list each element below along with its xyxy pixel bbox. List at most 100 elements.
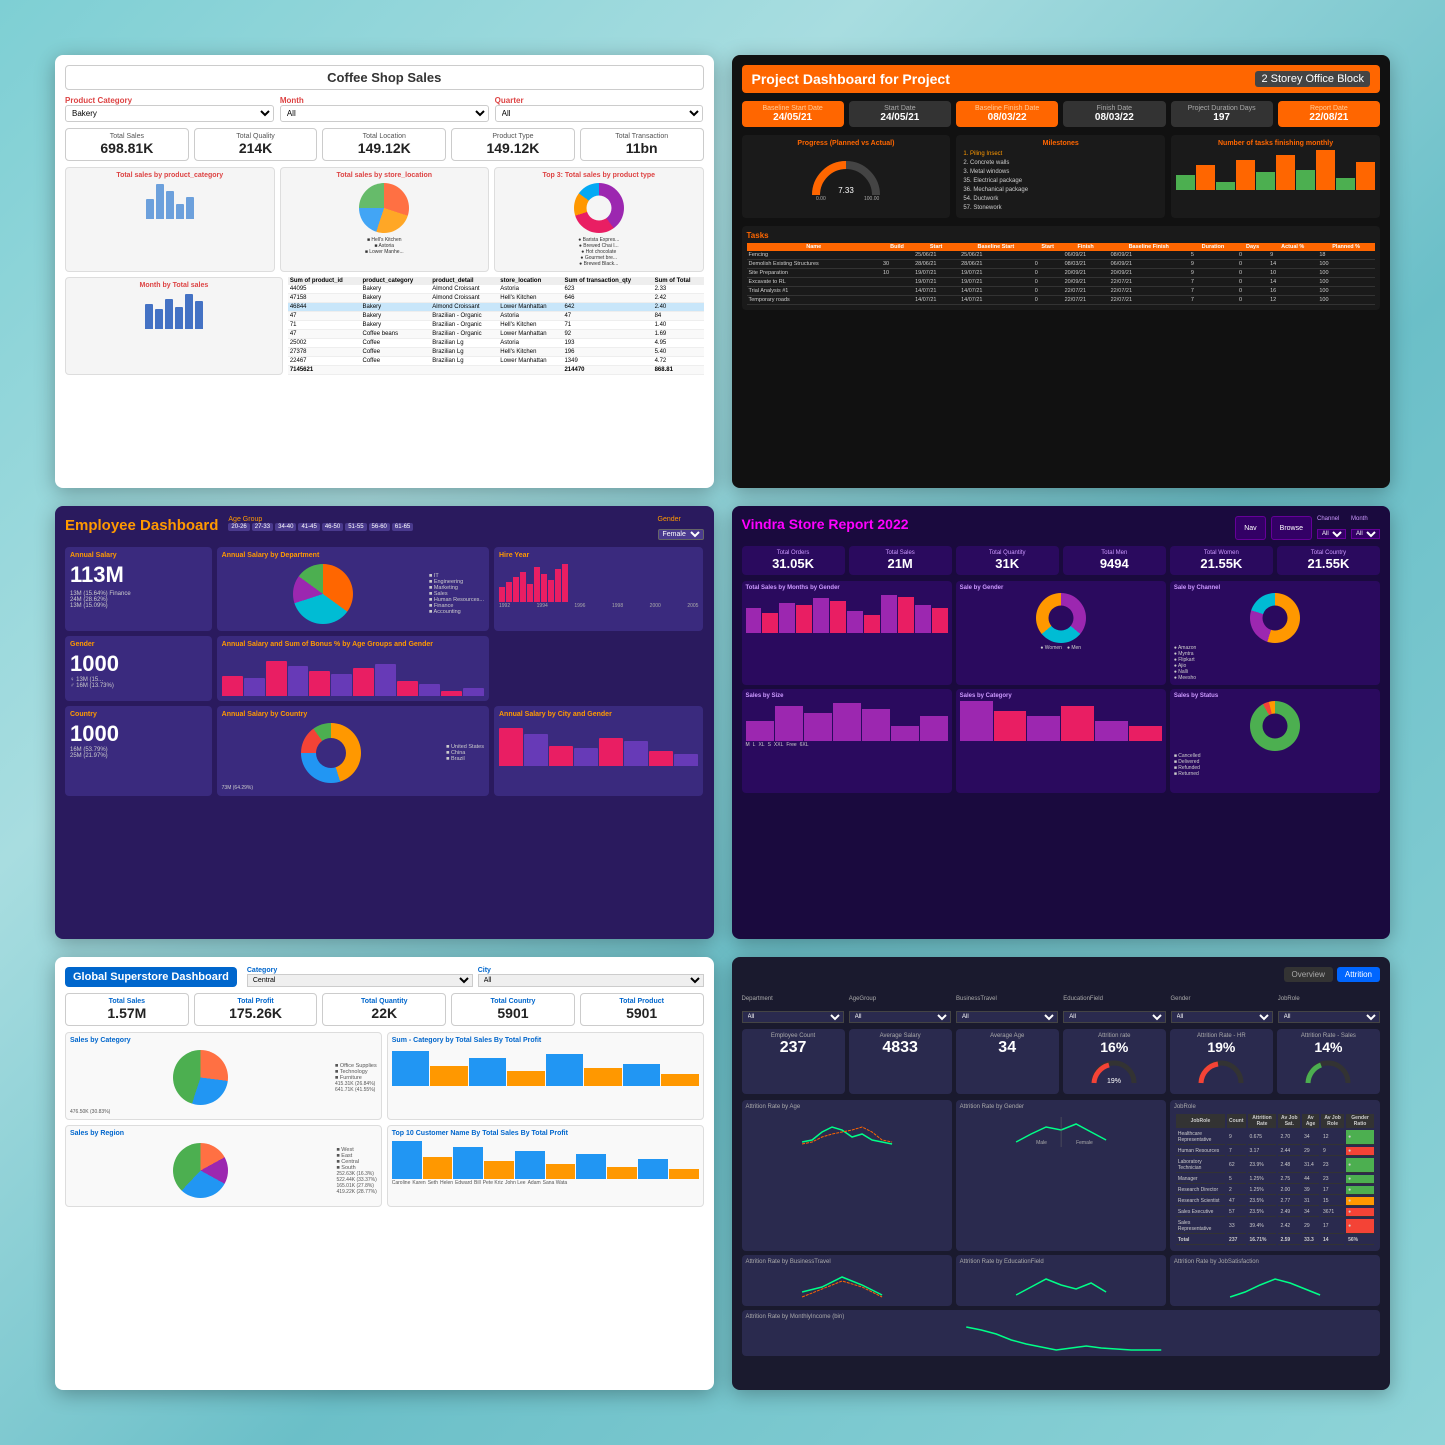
browse-button[interactable]: Browse <box>1271 516 1312 540</box>
total-sales-v-value: 21M <box>853 556 948 571</box>
attr-business-chart: Attrition Rate by BusinessTravel <box>742 1255 952 1306</box>
age-filter-select[interactable]: All <box>849 1011 951 1023</box>
category-title: Sales by Category <box>960 693 1162 699</box>
gender-attr-select[interactable]: All <box>1171 1011 1273 1023</box>
ms3: 3. Metal windows <box>961 168 1160 176</box>
city-gender-bars <box>499 721 699 766</box>
quarter-select[interactable]: All <box>495 105 704 122</box>
bb12 <box>463 688 484 696</box>
bb2 <box>244 678 265 696</box>
gender-metric-value: 1000 <box>70 651 207 677</box>
hire-bars <box>499 562 699 602</box>
age-btn-34[interactable]: 34-40 <box>275 523 296 531</box>
total-men-metric: Total Men 9494 <box>1063 546 1166 575</box>
hb2 <box>506 582 512 602</box>
age-btn-61[interactable]: 61-65 <box>392 523 413 531</box>
attr-income-line <box>746 1322 1377 1352</box>
gender-select[interactable]: Female Male <box>658 529 704 540</box>
hb10 <box>562 564 568 602</box>
age-btn-51[interactable]: 51-55 <box>345 523 366 531</box>
gender-metric-label: Gender <box>70 641 207 648</box>
bb8 <box>375 664 396 696</box>
hb9 <box>555 569 561 602</box>
vb8 <box>864 615 880 633</box>
channel-legend: ● Amazon ● Myntra ● Flipkart ● Ajio ● Na… <box>1174 645 1376 681</box>
gs-sales-label: Total Sales <box>70 998 184 1005</box>
month-filter-select[interactable]: All <box>1351 529 1380 539</box>
th-start: Start <box>913 243 959 251</box>
cg4 <box>574 748 598 766</box>
gs-cat-content: ■ Office Supplies ■ Technology ■ Furnitu… <box>70 1046 377 1109</box>
gs-title: Global Superstore Dashboard <box>65 967 237 987</box>
overview-tab[interactable]: Overview <box>1284 967 1333 982</box>
age-group-buttons: 20-26 27-33 34-40 41-45 46-50 51-55 56-6… <box>228 523 652 531</box>
attr-rate-value: 16% <box>1067 1039 1162 1055</box>
nav-button[interactable]: Nav <box>1235 516 1265 540</box>
table-row: 47BakeryBrazilian - OrganicAstoria4784 <box>288 312 704 321</box>
tb2 <box>1196 165 1215 190</box>
dept-select[interactable]: All <box>742 1011 844 1023</box>
bb9 <box>397 681 418 696</box>
gs-profit-value: 175.26K <box>199 1005 313 1021</box>
bb11 <box>441 691 462 696</box>
age-btn-46[interactable]: 46-50 <box>322 523 343 531</box>
vindra-filters-row: Nav Browse Channel All Month All <box>1235 516 1380 540</box>
attr-income-section: Attrition Rate by MonthlyIncome (bin) <box>742 1310 1381 1356</box>
total-transaction-metric: Total Transaction 11bn <box>580 128 704 161</box>
gc3 <box>453 1147 483 1179</box>
total-quality-label: Total Quality <box>199 133 313 140</box>
customer-names: CarolineKarenSethHelenEdwardBillPete Kri… <box>392 1180 699 1186</box>
duration-label: Project Duration Days <box>1175 105 1269 112</box>
gc10 <box>669 1169 699 1179</box>
size-sales-chart: Sales by Size MLXLSXXLFree6XL <box>742 689 952 793</box>
chart3-title: Top 3: Total sales by product type <box>499 172 699 179</box>
attr-hr-value: 19% <box>1174 1039 1269 1055</box>
bb6 <box>331 674 352 696</box>
sb7 <box>920 716 948 741</box>
bakery-option[interactable]: Bakery Branded Coffee Coffee beans <box>65 105 274 122</box>
category-select[interactable]: Central East South West <box>247 974 473 987</box>
gs-cat-title: Sales by Category <box>70 1037 377 1044</box>
col-detail: product_detail <box>430 277 498 285</box>
age-btn-27[interactable]: 27-33 <box>252 523 273 531</box>
jobrole-table: JobRole JobRole Count Attrition Rate Av … <box>1170 1100 1380 1251</box>
store-location-chart: Total sales by store_location ■ Hell's K… <box>280 167 490 272</box>
age-btn-41[interactable]: 41-45 <box>298 523 319 531</box>
month-select[interactable]: All <box>280 105 489 122</box>
gs-qty-value: 22K <box>327 1005 441 1021</box>
attr-metrics-row: Employee Count 237 Average Salary 4833 A… <box>742 1029 1381 1094</box>
task-row: Fencing25/06/2125/06/2106/09/2108/09/215… <box>747 251 1376 260</box>
age-group-label: Age Group <box>228 516 652 523</box>
table-row: 44095BakeryAlmond CroissantAstoria6232.3… <box>288 285 704 294</box>
gs-country-value: 5901 <box>456 1005 570 1021</box>
age-btn-56[interactable]: 56-60 <box>369 523 390 531</box>
tasks-monthly-title: Number of tasks finishing monthly <box>1176 140 1375 147</box>
th-start2: Start <box>1033 243 1063 251</box>
hire-year-title: Hire Year <box>499 552 699 559</box>
city-select[interactable]: All <box>478 974 704 987</box>
country-breakdown: 16M (53.79%) 25M (21.97%) <box>70 747 207 759</box>
gs-total-profit: Total Profit 175.26K <box>194 993 318 1026</box>
hire-year-section: Hire Year 199219941996199820002005 <box>494 547 704 631</box>
age-btn-20[interactable]: 20-26 <box>228 523 249 531</box>
attr-jobsat-title: Attrition Rate by JobSatisfaction <box>1174 1259 1376 1265</box>
baseline-finish-val: 08/03/22 <box>960 112 1054 123</box>
gender-filter-attr: Gender All <box>1171 987 1273 1023</box>
store-legend: ■ Hell's Kitchen ■ Astoria ■ Lower Manhe… <box>285 237 485 255</box>
category-label: Category <box>247 967 277 974</box>
vindra-charts-grid: Total Sales by Months by Gender <box>742 581 1381 901</box>
attrition-tab[interactable]: Attrition <box>1337 967 1380 982</box>
dept-pie <box>293 564 353 624</box>
jobrole-select[interactable]: All <box>1278 1011 1380 1023</box>
bb10 <box>419 684 440 696</box>
business-travel-select[interactable]: All <box>956 1011 1058 1023</box>
jr-row: Manager 5 1.25% 2.75 44 23 ● <box>1176 1175 1374 1184</box>
channel-select[interactable]: All <box>1317 529 1346 539</box>
education-select[interactable]: All <box>1063 1011 1165 1023</box>
monthly-sales-chart: Total Sales by Months by Gender <box>742 581 952 685</box>
legend-brewed2: ● Brewed Black... <box>499 261 699 267</box>
age-line-svg <box>746 1112 948 1147</box>
jobrole-filter: JobRole All <box>1278 987 1380 1023</box>
jr-row: Human Resources 7 3.17 2.44 29 9 ● <box>1176 1147 1374 1156</box>
report-label: Report Date <box>1282 105 1376 112</box>
